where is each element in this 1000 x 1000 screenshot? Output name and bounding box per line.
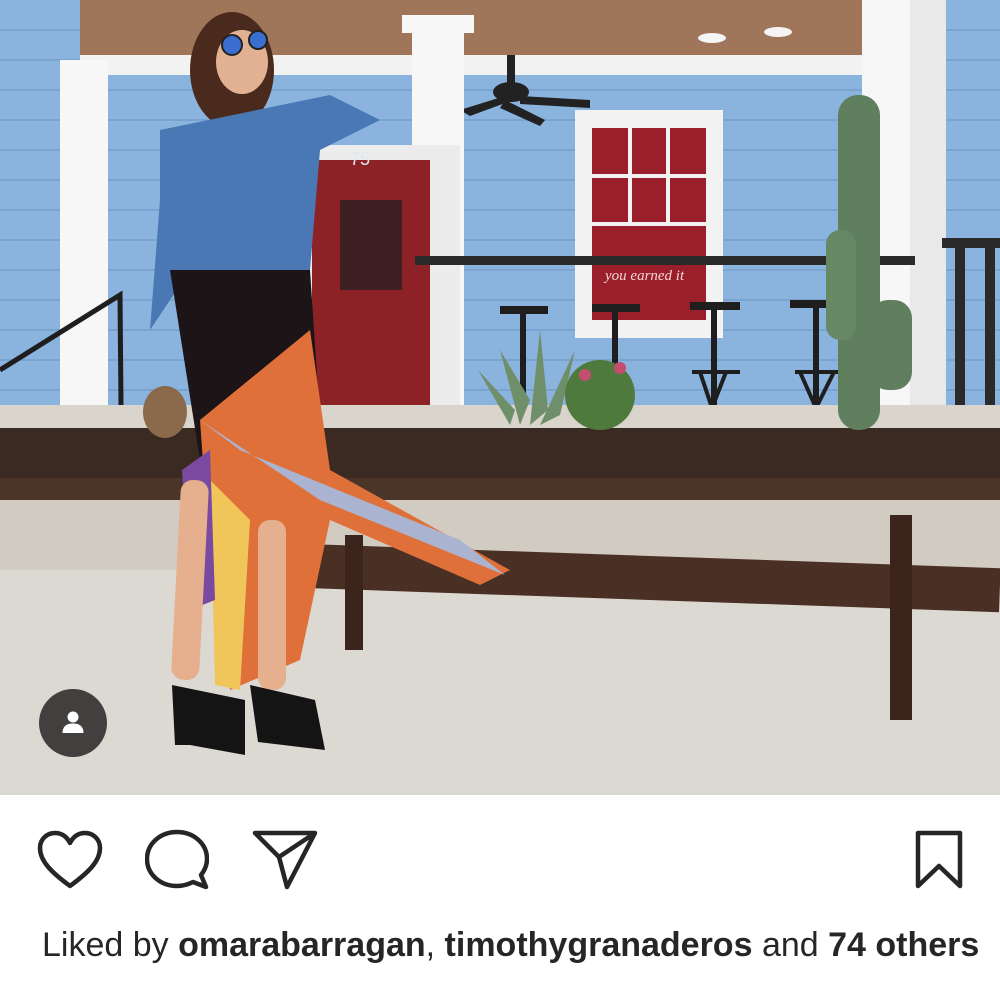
door-number: 75	[350, 149, 370, 169]
liker-username[interactable]: omarabarragan	[178, 926, 426, 964]
person-icon	[62, 711, 84, 733]
post-photo[interactable]: 75 you earned it	[0, 0, 1000, 795]
bookmark-icon	[915, 830, 963, 889]
share-button[interactable]	[250, 825, 320, 895]
likes-conjunction: and	[752, 926, 829, 964]
heart-icon	[37, 830, 103, 889]
comment-button[interactable]	[142, 825, 212, 895]
paper-plane-icon	[252, 830, 318, 890]
window-sign: you earned it	[603, 268, 685, 284]
post-action-bar	[0, 795, 1000, 925]
post-photo-illustration: 75 you earned it	[0, 0, 1000, 795]
liker-username[interactable]: timothygranaderos	[445, 926, 753, 964]
likes-separator: ,	[425, 926, 445, 964]
tag-people-button[interactable]	[39, 689, 107, 757]
likes-others-link[interactable]: 74 others	[828, 926, 979, 964]
comment-bubble-icon	[145, 829, 209, 890]
save-button[interactable]	[904, 825, 974, 895]
like-button[interactable]	[35, 825, 105, 895]
likes-prefix: Liked by	[42, 926, 179, 964]
likes-summary: Liked by omarabarragan, timothygranadero…	[42, 925, 982, 966]
